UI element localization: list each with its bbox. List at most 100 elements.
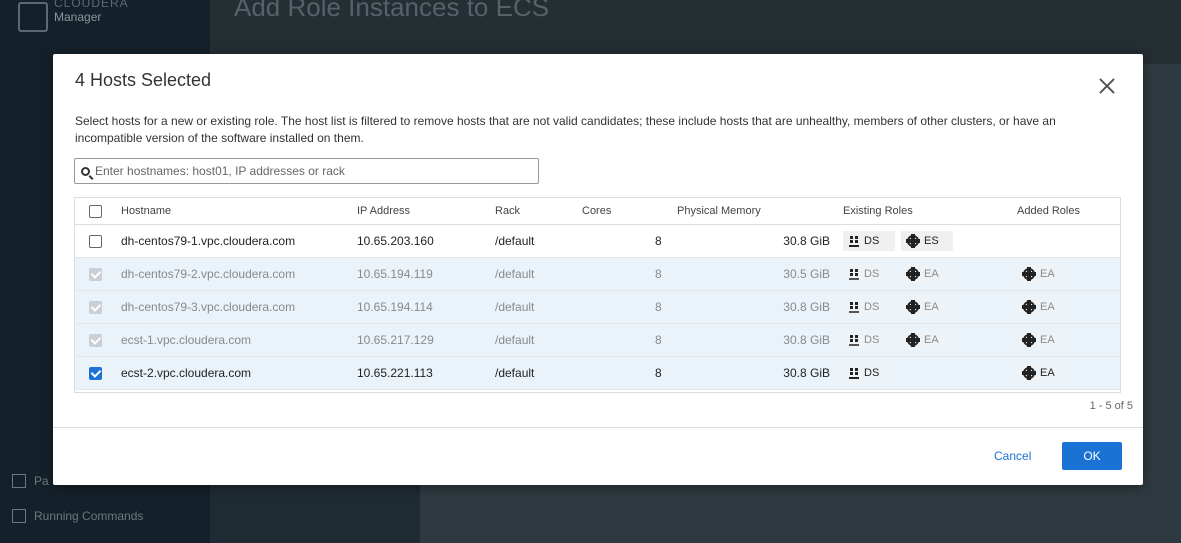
ip-address: 10.65.194.114 <box>357 300 433 314</box>
physical-memory: 30.8 GiB <box>783 234 830 248</box>
role-label: DS <box>864 268 880 280</box>
page-title: Add Role Instances to ECS <box>234 0 550 22</box>
added-roles: EA <box>1017 297 1069 317</box>
row-checkbox <box>89 333 102 347</box>
role-label: ES <box>924 235 939 247</box>
brand: CLOUDERA Manager <box>54 0 129 24</box>
select-hosts-modal: 4 Hosts Selected Select hosts for a new … <box>53 54 1143 485</box>
hostname: dh-centos79-1.vpc.cloudera.com <box>121 234 296 248</box>
rack: /default <box>495 300 535 314</box>
brand-line2: Manager <box>54 10 102 24</box>
table-row[interactable]: dh-centos79-3.vpc.cloudera.com 10.65.194.… <box>75 291 1120 324</box>
modal-description: Select hosts for a new or existing role.… <box>75 114 1056 145</box>
existing-roles: DS EA <box>843 330 953 350</box>
row-checkbox <box>89 300 102 314</box>
physical-memory: 30.8 GiB <box>783 366 830 380</box>
col-ip[interactable]: IP Address <box>357 205 410 217</box>
role-badge: ES <box>901 231 953 251</box>
rack: /default <box>495 366 535 380</box>
sidebar-item-running-commands[interactable]: Running Commands <box>12 509 143 523</box>
role-badge: EA <box>1017 297 1069 317</box>
role-badge: EA <box>901 330 953 350</box>
role-label: EA <box>924 334 939 346</box>
gear-icon <box>906 267 920 281</box>
table-row[interactable]: ecst-1.vpc.cloudera.com 10.65.217.129/def… <box>75 324 1120 357</box>
rack: /default <box>495 234 535 248</box>
cores: 8 <box>655 300 662 314</box>
hostname: dh-centos79-2.vpc.cloudera.com <box>121 267 296 281</box>
gear-icon <box>906 300 920 314</box>
sidebar-item-parcels[interactable]: Pa <box>12 474 49 488</box>
rack: /default <box>495 333 535 347</box>
role-badge: EA <box>901 297 953 317</box>
close-icon[interactable] <box>1097 76 1117 96</box>
ip-address: 10.65.194.119 <box>357 267 433 281</box>
role-label: EA <box>1040 268 1055 280</box>
col-cores[interactable]: Cores <box>582 205 611 217</box>
existing-roles: DS ES <box>843 231 953 251</box>
docker-server-icon <box>849 235 859 247</box>
table-row[interactable]: dh-centos79-2.vpc.cloudera.com 10.65.194.… <box>75 258 1120 291</box>
role-badge: DS <box>843 330 895 350</box>
gear-icon <box>906 234 920 248</box>
table-row[interactable]: dh-centos79-1.vpc.cloudera.com 10.65.203.… <box>75 225 1120 258</box>
role-label: DS <box>864 301 880 313</box>
cancel-button[interactable]: Cancel <box>994 449 1031 463</box>
existing-roles: DS <box>843 363 895 383</box>
search-input[interactable] <box>95 164 525 178</box>
sidebar-item-label: Running Commands <box>34 509 144 523</box>
role-badge: EA <box>901 264 953 284</box>
sidebar-item-label: Pa <box>34 474 49 488</box>
col-rack[interactable]: Rack <box>495 205 520 217</box>
hosts-table: Hostname IP Address Rack Cores Physical … <box>74 197 1121 393</box>
select-all-checkbox[interactable] <box>89 204 102 218</box>
table-row[interactable]: ecst-2.vpc.cloudera.com 10.65.221.113/def… <box>75 357 1120 390</box>
hourglass-icon <box>12 509 26 523</box>
cores: 8 <box>655 333 662 347</box>
brand-line1: CLOUDERA <box>54 0 129 10</box>
cores: 8 <box>655 366 662 380</box>
gear-icon <box>906 333 920 347</box>
role-label: DS <box>864 235 880 247</box>
modal-title: 4 Hosts Selected <box>75 70 212 90</box>
role-badge: DS <box>843 363 895 383</box>
host-search[interactable] <box>74 158 539 184</box>
ip-address: 10.65.203.160 <box>357 234 434 248</box>
added-roles: EA <box>1017 264 1069 284</box>
row-checkbox[interactable] <box>89 366 102 380</box>
row-checkbox[interactable] <box>89 234 102 248</box>
added-roles: EA <box>1017 363 1069 383</box>
added-roles: EA <box>1017 330 1069 350</box>
role-label: DS <box>864 334 880 346</box>
docker-server-icon <box>849 367 859 379</box>
role-badge: DS <box>843 231 895 251</box>
pagination-info: 1 - 5 of 5 <box>1089 400 1133 412</box>
ip-address: 10.65.217.129 <box>357 333 434 347</box>
gear-icon <box>1022 366 1036 380</box>
physical-memory: 30.8 GiB <box>783 333 830 347</box>
role-label: EA <box>1040 301 1055 313</box>
docker-server-icon <box>849 334 859 346</box>
search-icon <box>81 166 90 176</box>
gear-icon <box>1022 300 1036 314</box>
rack: /default <box>495 267 535 281</box>
role-badge: EA <box>1017 264 1069 284</box>
role-badge: DS <box>843 297 895 317</box>
role-label: EA <box>924 301 939 313</box>
hostname: dh-centos79-3.vpc.cloudera.com <box>121 300 296 314</box>
physical-memory: 30.8 GiB <box>783 300 830 314</box>
row-checkbox <box>89 267 102 281</box>
physical-memory: 30.5 GiB <box>783 267 830 281</box>
col-hostname[interactable]: Hostname <box>121 205 171 217</box>
role-badge: DS <box>843 264 895 284</box>
ok-button[interactable]: OK <box>1062 442 1122 470</box>
col-memory[interactable]: Physical Memory <box>677 205 761 217</box>
divider <box>53 427 1143 428</box>
docker-server-icon <box>849 268 859 280</box>
cores: 8 <box>655 267 662 281</box>
existing-roles: DS EA <box>843 264 953 284</box>
col-existing-roles: Existing Roles <box>843 205 913 217</box>
docker-server-icon <box>849 301 859 313</box>
role-label: EA <box>1040 334 1055 346</box>
gear-icon <box>1022 333 1036 347</box>
